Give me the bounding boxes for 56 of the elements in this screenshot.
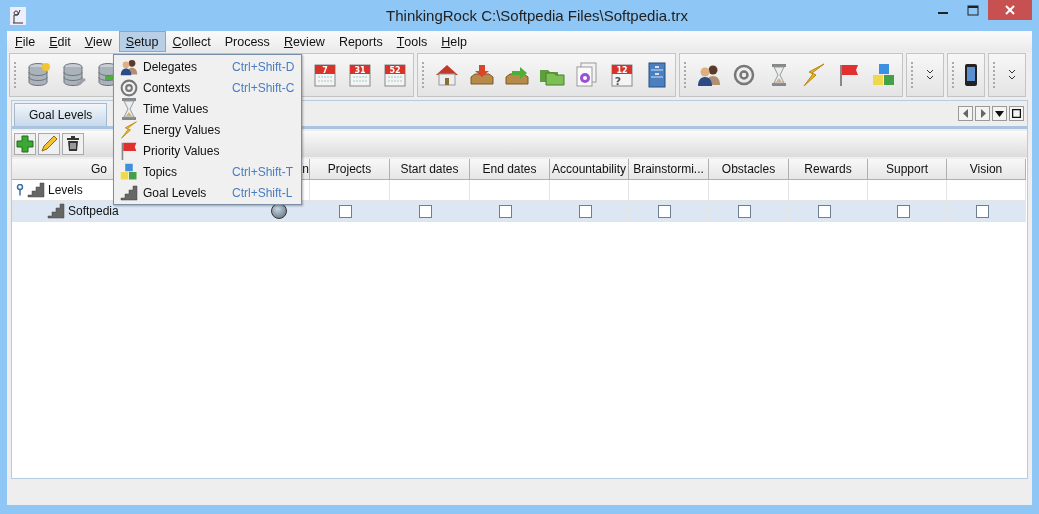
menu-item[interactable]: Setup: [118, 31, 166, 52]
tab[interactable]: Goal Levels: [14, 103, 108, 126]
stairs-icon: [120, 184, 138, 201]
checkbox[interactable]: [896, 204, 910, 218]
checkbox[interactable]: [499, 204, 512, 218]
column-header[interactable]: Brainstormi...: [629, 159, 709, 180]
shortcut-label: Ctrl+Shift-T: [232, 164, 293, 179]
add-icon[interactable]: [14, 133, 36, 155]
window-title: ThinkingRock C:\Softpedia Files\Softpedia.trx: [385, 7, 689, 24]
menu-item[interactable]: Topics: [143, 164, 227, 179]
menu-item[interactable]: Review: [276, 31, 332, 52]
scroll-right-icon[interactable]: [975, 106, 990, 121]
shortcut-label: Ctrl+Shift-C: [232, 80, 295, 95]
column-header[interactable]: Projects: [310, 159, 390, 180]
checkbox[interactable]: [817, 204, 831, 218]
app-icon: [10, 6, 26, 25]
menu-item[interactable]: Tools: [389, 31, 435, 52]
menu-item[interactable]: Goal Levels: [143, 185, 227, 200]
edit-icon[interactable]: [38, 133, 60, 155]
checkbox[interactable]: [975, 204, 989, 218]
column-header[interactable]: Accountability: [550, 159, 629, 180]
column-header[interactable]: Support: [868, 159, 947, 180]
tree-toggle-icon[interactable]: [16, 184, 24, 196]
menu-item[interactable]: Time Values: [143, 101, 227, 116]
hourglass-icon: [120, 96, 138, 121]
column-header[interactable]: Start dates: [390, 159, 470, 180]
menu-item[interactable]: Help: [434, 31, 474, 52]
column-header[interactable]: Vision: [947, 159, 1026, 180]
column-header[interactable]: End dates: [470, 159, 550, 180]
menu-item[interactable]: Contexts: [143, 80, 227, 95]
menu-item[interactable]: Collect: [165, 31, 218, 52]
checkbox[interactable]: [658, 204, 671, 218]
stairs-icon: [47, 203, 65, 219]
menu-item[interactable]: View: [77, 31, 119, 52]
close-icon[interactable]: [988, 0, 1032, 20]
checkbox[interactable]: [339, 204, 352, 218]
menu-item[interactable]: Edit: [42, 31, 78, 52]
column-header[interactable]: Obstacles: [709, 159, 789, 180]
menu-item[interactable]: Delegates: [143, 59, 227, 74]
checkbox[interactable]: [578, 204, 592, 218]
checkbox[interactable]: [419, 204, 432, 218]
tree-item-label: Levels: [48, 183, 83, 197]
maximize-icon[interactable]: [1009, 106, 1024, 121]
shortcut-label: Ctrl+Shift-D: [232, 59, 295, 74]
tree-item-label: Softpedia: [68, 204, 119, 218]
column-header[interactable]: Rewards: [789, 159, 868, 180]
menu-item[interactable]: Process: [217, 31, 277, 52]
stairs-icon: [27, 182, 45, 198]
checkbox[interactable]: [738, 204, 751, 218]
menu-item[interactable]: Reports: [331, 31, 390, 52]
menu-item[interactable]: Priority Values: [143, 143, 227, 158]
delete-icon[interactable]: [62, 133, 84, 155]
menu-item[interactable]: Energy Values: [143, 122, 227, 137]
dropdown-icon[interactable]: [992, 106, 1007, 121]
scroll-left-icon[interactable]: [958, 106, 973, 121]
menu-item[interactable]: File: [8, 31, 43, 52]
